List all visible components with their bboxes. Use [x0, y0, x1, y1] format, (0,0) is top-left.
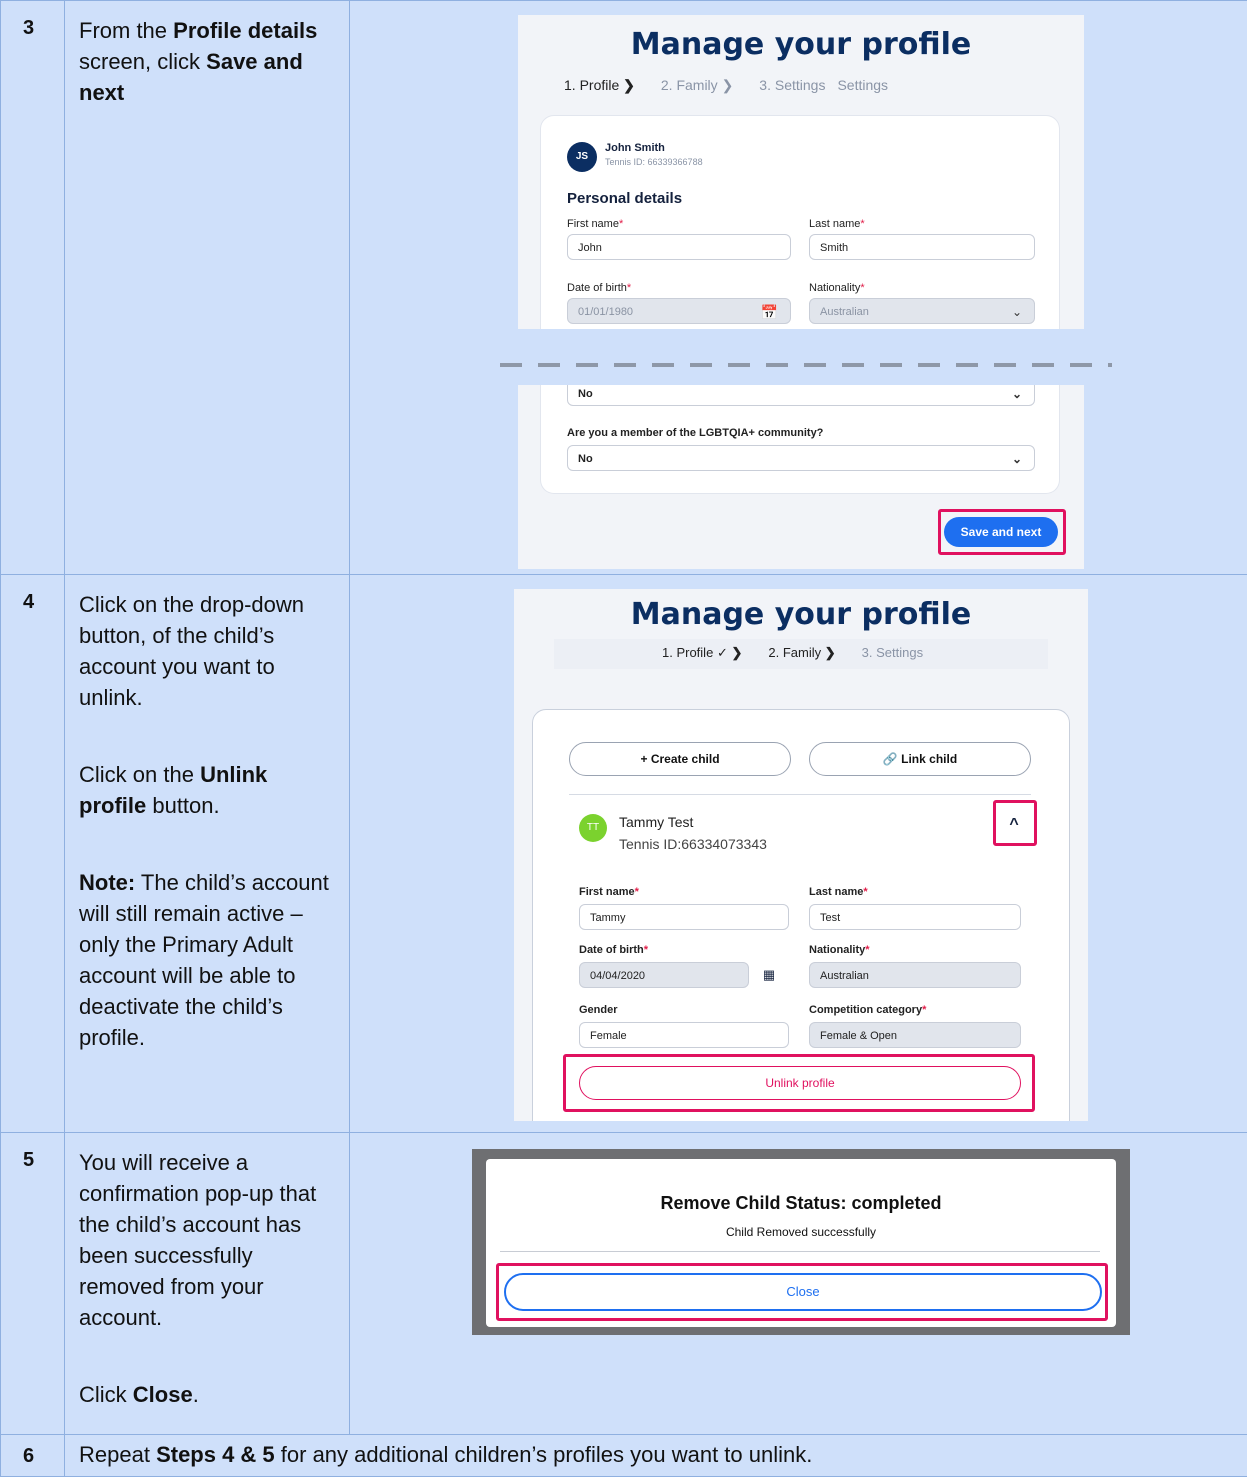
step-note: Note: The child’s account will still rem… [79, 870, 329, 1050]
dialog-message: Child Removed successfully [725, 1225, 877, 1239]
first-name-field[interactable]: Tammy [579, 904, 789, 930]
step-family[interactable]: 2. Family ❯ [661, 77, 733, 94]
chevron-right-icon: ❯ [824, 645, 836, 660]
profile-card: JS John Smith Tennis ID: 66339366788 Per… [540, 115, 1060, 329]
highlight-box [938, 509, 1066, 555]
last-name-field[interactable]: Smith [809, 234, 1035, 260]
family-card: + Create child 🔗 Link child TT Tammy Tes… [532, 709, 1070, 1121]
step-settings[interactable]: 3. Settings [862, 645, 923, 661]
first-name-label: First name* [579, 886, 639, 898]
dialog-title: Remove Child Status: completed [660, 1193, 942, 1213]
step-text: Click Close. [79, 1382, 199, 1407]
section-title: Personal details [567, 190, 683, 207]
dob-label: Date of birth* [579, 944, 649, 956]
last-name-label: Last name* [809, 218, 865, 230]
chevron-down-icon: ⌄ [1011, 452, 1022, 466]
stepper: 1. Profile ❯ 2. Family ❯ 3. Settings Set… [564, 77, 888, 94]
profile-card-bottom: No ⌄ Are you a member of the LGBTQIA+ com… [540, 385, 1060, 494]
highlight-box [563, 1054, 1035, 1112]
chevron-right-icon: ❯ [721, 77, 734, 93]
page-title: Manage your profile [630, 597, 972, 632]
lgbtqia-select[interactable]: No ⌄ [567, 445, 1035, 471]
profile-screenshot-bottom: No ⌄ Are you a member of the LGBTQIA+ com… [518, 385, 1084, 569]
step-text: You will receive a confirmation pop-up t… [79, 1150, 317, 1330]
step-description: From the Profile details screen, click S… [64, 0, 350, 575]
chevron-down-icon: ⌄ [1011, 387, 1022, 401]
step-profile[interactable]: 1. Profile ❯ [564, 77, 635, 94]
first-name-field[interactable]: John [567, 234, 791, 260]
page-title: Manage your profile [630, 27, 972, 62]
family-screenshot: Manage your profile 1. Profile ✓ ❯ 2. Fa… [514, 589, 1088, 1121]
step-number: 4 [0, 574, 65, 1133]
nationality-label: Nationality* [809, 944, 870, 956]
step-profile[interactable]: 1. Profile ✓ ❯ [662, 645, 742, 661]
step-description: Repeat Steps 4 & 5 for any additional ch… [64, 1434, 1247, 1477]
last-name-field[interactable]: Test [809, 904, 1021, 930]
child-tennis-id: Tennis ID:66334073343 [619, 836, 767, 852]
step-row-5: 5 You will receive a confirmation pop-up… [0, 1132, 1247, 1435]
step-text: From the Profile details screen, click S… [79, 18, 318, 105]
calendar-icon: 📅 [760, 304, 778, 320]
step-settings[interactable]: 3. Settings [759, 77, 825, 94]
competition-category-field[interactable]: Female & Open [809, 1022, 1021, 1048]
tennis-id: Tennis ID: 66339366788 [605, 157, 703, 167]
highlight-box [993, 800, 1037, 846]
step-row-4: 4 Click on the drop-down button, of the … [0, 574, 1247, 1133]
create-child-button[interactable]: + Create child [569, 742, 791, 776]
dialog-overlay: Remove Child Status: completed Child Rem… [472, 1149, 1130, 1335]
step-screenshot: Manage your profile 1. Profile ✓ ❯ 2. Fa… [349, 574, 1247, 1133]
last-name-label: Last name* [809, 886, 868, 898]
child-name: Tammy Test [619, 814, 694, 830]
step-text: Repeat Steps 4 & 5 for any additional ch… [79, 1442, 813, 1467]
link-icon: 🔗 [882, 752, 898, 766]
highlight-box [496, 1263, 1108, 1321]
step-description: You will receive a confirmation pop-up t… [64, 1132, 350, 1435]
profile-screenshot-top: Manage your profile 1. Profile ❯ 2. Fami… [518, 15, 1084, 329]
check-icon: ✓ [716, 645, 728, 660]
steps-table: 3 From the Profile details screen, click… [0, 0, 1247, 1477]
chevron-down-icon: ⌄ [1011, 305, 1022, 319]
child-avatar: TT [579, 814, 607, 842]
calendar-icon[interactable]: ▦ [749, 962, 789, 988]
first-name-label: First name* [567, 218, 624, 230]
nationality-select[interactable]: Australian ⌄ [809, 298, 1035, 324]
step-screenshot: Manage your profile 1. Profile ❯ 2. Fami… [349, 0, 1247, 575]
divider [500, 1251, 1100, 1252]
step-row-6: 6 Repeat Steps 4 & 5 for any additional … [0, 1434, 1247, 1477]
nationality-field[interactable]: Australian [809, 962, 1021, 988]
step-description: Click on the drop-down button, of the ch… [64, 574, 350, 1133]
cut-divider [500, 363, 1112, 367]
avatar: JS [567, 142, 597, 172]
dob-field[interactable]: 04/04/2020 [579, 962, 749, 988]
plus-icon: + [640, 752, 648, 766]
competition-category-label: Competition category* [809, 1004, 927, 1016]
step-number: 5 [0, 1132, 65, 1435]
lgbtqia-label: Are you a member of the LGBTQIA+ communi… [567, 427, 824, 439]
step-family[interactable]: 2. Family ❯ [768, 645, 835, 661]
stepper: 1. Profile ✓ ❯ 2. Family ❯ 3. Settings [662, 645, 923, 661]
dob-label: Date of birth* [567, 282, 632, 294]
step-settings-ghost: Settings [837, 77, 889, 93]
step-number: 3 [0, 0, 65, 575]
step-screenshot: Remove Child Status: completed Child Rem… [349, 1132, 1247, 1435]
link-child-button[interactable]: 🔗 Link child [809, 742, 1031, 776]
gender-field[interactable]: Female [579, 1022, 789, 1048]
dob-field[interactable]: 01/01/1980 📅 [567, 298, 791, 324]
user-name: John Smith [605, 142, 665, 154]
step-row-3: 3 From the Profile details screen, click… [0, 0, 1247, 575]
nationality-label: Nationality* [809, 282, 865, 294]
first-select[interactable]: No ⌄ [567, 385, 1035, 406]
step-text: Click on the Unlink profile button. [79, 762, 268, 818]
chevron-right-icon: ❯ [731, 645, 743, 660]
step-number: 6 [0, 1434, 65, 1477]
divider [569, 794, 1031, 795]
step-text: Click on the drop-down button, of the ch… [79, 592, 305, 710]
chevron-right-icon: ❯ [623, 77, 635, 93]
gender-label: Gender [579, 1004, 618, 1016]
confirmation-dialog: Remove Child Status: completed Child Rem… [486, 1159, 1116, 1327]
